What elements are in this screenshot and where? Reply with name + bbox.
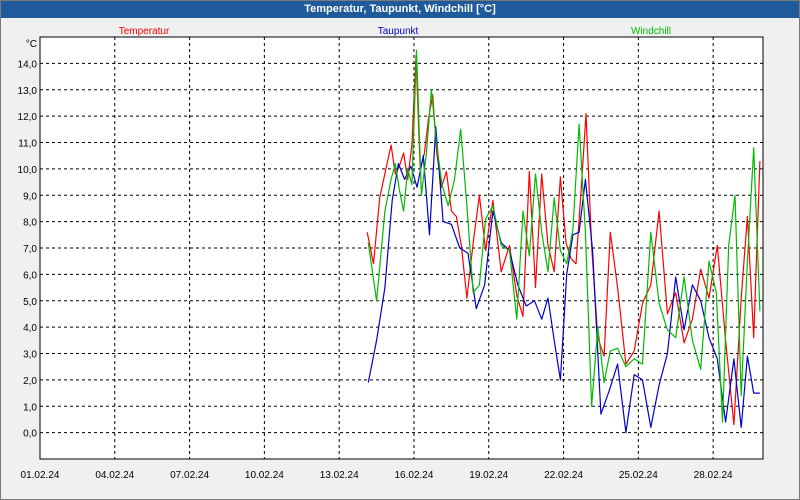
y-tick-label: 7,0 bbox=[23, 244, 37, 255]
y-tick-label: 13,0 bbox=[18, 86, 38, 97]
x-tick-label: 04.02.24 bbox=[95, 470, 134, 481]
x-tick-label: 28.02.24 bbox=[694, 470, 733, 481]
y-tick-label: 1,0 bbox=[23, 402, 37, 413]
line-chart: 0,0 1,0 2,0 3,0 4,0 5,0 6,0 7,0 8,0 9,0 10,0 11,0 12… bbox=[18, 26, 764, 481]
y-tick-label: 11,0 bbox=[18, 139, 37, 150]
y-tick-label: 5,0 bbox=[23, 297, 37, 308]
x-tick-label: 07.02.24 bbox=[170, 470, 209, 481]
x-tick-label: 01.02.24 bbox=[21, 470, 60, 481]
x-tick-label: 25.02.24 bbox=[619, 470, 658, 481]
x-tick-label: 16.02.24 bbox=[394, 470, 433, 481]
y-tick-label: 6,0 bbox=[23, 270, 37, 281]
y-tick-label: 9,0 bbox=[23, 191, 37, 202]
chart-window: Temperatur, Taupunkt, Windchill [°C] 0,0… bbox=[0, 0, 800, 500]
y-tick-label: 8,0 bbox=[23, 218, 37, 229]
legend-taupunkt: Taupunkt bbox=[378, 26, 419, 37]
y-tick-label: 10,0 bbox=[18, 165, 38, 176]
legend-temperatur: Temperatur bbox=[119, 26, 170, 37]
x-tick-label: 10.02.24 bbox=[245, 470, 284, 481]
y-tick-label: 14,0 bbox=[18, 59, 38, 70]
x-tick-label: 22.02.24 bbox=[544, 470, 583, 481]
legend-windchill: Windchill bbox=[631, 26, 671, 37]
y-tick-label: 0,0 bbox=[23, 429, 37, 440]
y-tick-label: 2,0 bbox=[23, 376, 37, 387]
y-tick-label: 4,0 bbox=[23, 323, 37, 334]
x-tick-label: 13.02.24 bbox=[320, 470, 359, 481]
y-tick-label: 12,0 bbox=[18, 112, 38, 123]
window-title: Temperatur, Taupunkt, Windchill [°C] bbox=[1, 1, 799, 18]
y-tick-label: 3,0 bbox=[23, 350, 37, 361]
y-axis-label: °C bbox=[26, 39, 37, 50]
x-tick-label: 19.02.24 bbox=[469, 470, 508, 481]
